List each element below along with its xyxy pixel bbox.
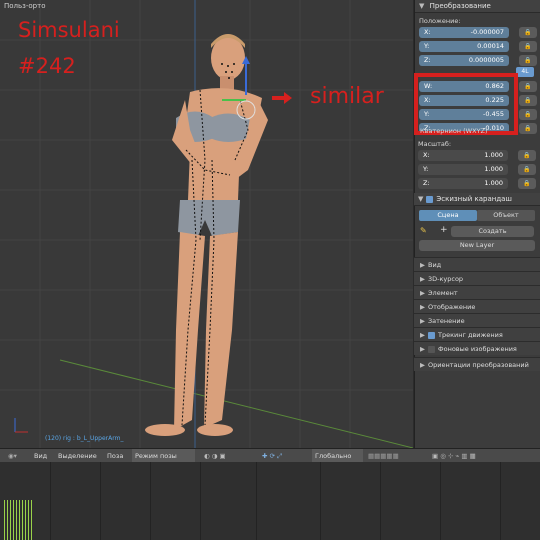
scale-x-row: X: 1.000 🔒 [418, 150, 540, 162]
expand-triangle-icon: ▼ [418, 195, 424, 203]
keyframe-marker [25, 500, 26, 540]
rotation-mode-button[interactable]: 4L [516, 67, 534, 77]
keyframe-marker [16, 500, 17, 540]
watermark-title: Simsulani [18, 18, 120, 42]
lock-icon[interactable]: 🔒 [519, 109, 537, 120]
section-view[interactable]: ▶ Вид [414, 257, 540, 271]
lock-icon[interactable]: 🔒 [519, 123, 537, 134]
tab-scene[interactable]: Сцена [419, 210, 477, 221]
keyframe-marker [13, 500, 14, 540]
keyframe-marker [19, 500, 20, 540]
transform-header[interactable]: ▼ Преобразование [415, 0, 540, 13]
active-object-name: (120) rig : b_L_UpperArm_ [45, 435, 124, 442]
scale-y-field[interactable]: Y: 1.000 [418, 164, 508, 175]
arrow-icon [272, 92, 292, 104]
shading-icons[interactable]: ◐ ◑ ▣ [204, 449, 254, 463]
section-item[interactable]: ▶ Элемент [414, 285, 540, 299]
lock-icon[interactable]: 🔒 [518, 178, 536, 189]
menu-select[interactable]: Выделение [58, 449, 97, 463]
location-y-row: Y: 0.00014 🔒 [419, 41, 540, 53]
viewport-header: ◉▾ Вид Выделение Поза Режим позы ◐ ◑ ▣ ✚… [0, 448, 540, 463]
lock-icon[interactable]: 🔒 [518, 164, 536, 175]
lock-icon[interactable]: 🔒 [519, 95, 537, 106]
highlight-box [414, 73, 518, 135]
section-background-images[interactable]: ▶ Фоновые изображения [414, 341, 540, 355]
expand-triangle-icon: ▼ [419, 2, 425, 10]
add-icon[interactable]: + [440, 225, 448, 235]
lock-icon[interactable]: 🔒 [519, 27, 537, 38]
keyframe-marker [4, 500, 5, 540]
location-x-field[interactable]: X: -0.000007 [419, 27, 509, 38]
tab-object[interactable]: Объект [477, 210, 535, 221]
editor-type-icon[interactable]: ◉▾ [8, 449, 28, 463]
section-motion-tracking[interactable]: ▶ Трекинг движения [414, 327, 540, 341]
lock-icon[interactable]: 🔒 [519, 41, 537, 52]
layer-buttons[interactable]: ▦▦▦▦▦ [368, 449, 428, 463]
scale-section: Масштаб: X: 1.000 🔒 Y: 1.000 🔒 Z: 1.000 🔒 [414, 136, 540, 190]
checkbox-icon[interactable] [428, 345, 435, 353]
checkbox-icon[interactable] [428, 331, 435, 339]
location-z-row: Z: 0.0000005 🔒 [419, 55, 540, 67]
timeline[interactable] [0, 462, 540, 540]
scale-z-row: Z: 1.000 🔒 [418, 178, 540, 190]
lock-icon[interactable]: 🔒 [519, 55, 537, 66]
checkbox-icon[interactable] [426, 195, 434, 203]
grease-pencil-tabs: Сцена Объект [419, 210, 535, 221]
pencil-icon: ✎ [420, 226, 427, 235]
location-z-field[interactable]: Z: 0.0000005 [419, 55, 509, 66]
orientation-select[interactable]: Глобально [312, 449, 363, 463]
grease-pencil-header[interactable]: ▼ Эскизный карандаш [414, 193, 540, 206]
scale-label: Масштаб: [418, 140, 452, 148]
3d-viewport[interactable]: Польз-орто Simsulani #242 similar (120) … [0, 0, 413, 448]
menu-view[interactable]: Вид [34, 449, 47, 463]
scale-z-field[interactable]: Z: 1.000 [418, 178, 508, 189]
properties-panel: ▼ Преобразование Положение: X: -0.000007 … [414, 0, 540, 448]
new-layer-button[interactable]: New Layer [419, 240, 535, 251]
section-3d-cursor[interactable]: ▶ 3D-курсор [414, 271, 540, 285]
keyframe-marker [28, 500, 29, 540]
watermark-number: #242 [18, 54, 76, 78]
keyframe-marker [31, 500, 32, 540]
section-transform-orientations[interactable]: ▶ Ориентации преобразований [414, 357, 540, 371]
keyframe-marker [10, 500, 11, 540]
section-display[interactable]: ▶ Отображение [414, 299, 540, 313]
view-label: Польз-орто [4, 2, 46, 10]
mode-select[interactable]: Режим позы [132, 449, 195, 463]
create-button[interactable]: Создать [451, 226, 534, 237]
lock-icon[interactable]: 🔒 [519, 81, 537, 92]
keyframe-marker [7, 500, 8, 540]
lock-icon[interactable]: 🔒 [518, 150, 536, 161]
location-y-field[interactable]: Y: 0.00014 [419, 41, 509, 52]
scale-x-field[interactable]: X: 1.000 [418, 150, 508, 161]
rotation-mode-label[interactable]: Кватернион (WXYZ) [420, 127, 487, 135]
location-x-row: X: -0.000007 🔒 [419, 27, 540, 39]
menu-pose[interactable]: Поза [107, 449, 123, 463]
location-label: Положение: [419, 17, 461, 25]
keyframe-marker [22, 500, 23, 540]
section-shading[interactable]: ▶ Затенение [414, 313, 540, 327]
annotation-similar: similar [310, 84, 384, 109]
scale-y-row: Y: 1.000 🔒 [418, 164, 540, 176]
snap-icons[interactable]: ▣ ◎ ⊹ ⌁ ▥ ▦ [432, 449, 536, 463]
